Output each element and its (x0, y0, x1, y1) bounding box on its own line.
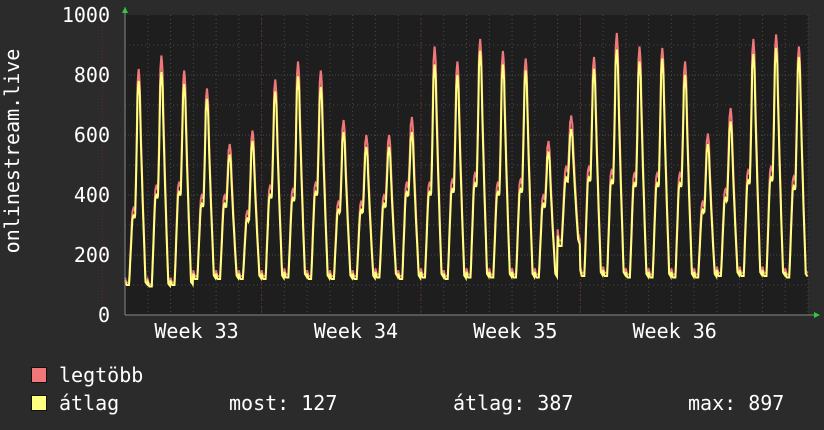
stat-maximum: max: 897 (688, 391, 785, 415)
y-tick-label: 400 (74, 183, 110, 207)
legend-avg-swatch (31, 395, 47, 411)
y-axis-arrow (122, 7, 128, 13)
x-tick-label: Week 35 (473, 319, 557, 343)
y-tick-label: 0 (98, 303, 110, 327)
x-tick-label: Week 33 (154, 319, 238, 343)
x-axis-arrow (814, 312, 820, 318)
x-tick-label: Week 36 (632, 319, 716, 343)
y-tick-label: 800 (74, 63, 110, 87)
y-axis-label: onlinestream.live (0, 49, 24, 254)
x-tick-label: Week 34 (314, 319, 398, 343)
legend-max-swatch (31, 367, 47, 383)
y-tick-label: 1000 (62, 3, 110, 27)
legend-avg-label: átlag (59, 391, 120, 415)
stat-average: átlag: 387 (453, 391, 574, 415)
legend-avg-row: átlag most: 127 átlag: 387 max: 897 (31, 392, 821, 414)
y-tick-label: 600 (74, 123, 110, 147)
legend-max-label: legtöbb (59, 363, 144, 387)
stat-current: most: 127 (229, 391, 338, 415)
y-tick-label: 200 (74, 243, 110, 267)
